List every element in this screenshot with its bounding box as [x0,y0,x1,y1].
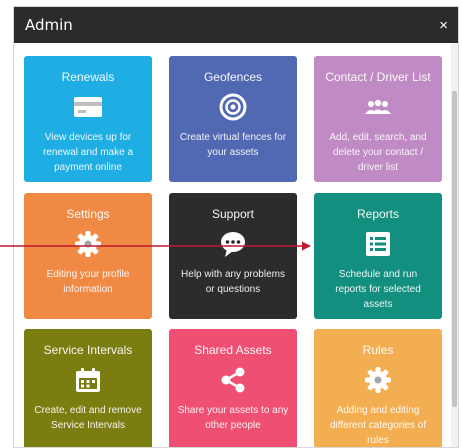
tile-description: Editing your profile information [46,269,130,295]
dialog-titlebar: Admin × [14,7,458,43]
tile-title: Reports [356,207,400,221]
tile-geofences[interactable]: Geofences Create virtual fences for your … [169,56,297,182]
tile-title: Shared Assets [194,343,272,357]
admin-dialog: Admin × Renewals View devices up for rene… [13,6,459,448]
tile-title: Support [211,207,255,221]
tile-title: Service Intervals [43,343,133,357]
tile-description: Create virtual fences for your assets [179,132,287,158]
people-icon [314,90,442,124]
gear-icon [24,227,152,261]
tile-renewals[interactable]: Renewals View devices up for renewal and … [24,56,152,182]
tile-description: Create, edit and remove Service Interval… [34,405,142,431]
tile-title: Geofences [203,70,263,84]
dialog-title: Admin [25,16,73,34]
tile-title: Renewals [61,70,115,84]
tile-title: Rules [362,343,394,357]
tile-description: View devices up for renewal and make a p… [42,132,134,173]
tile-description: Adding and editing different categories … [330,405,426,446]
tile-reports[interactable]: Reports Schedule and run reports for sele… [314,193,442,319]
card-icon [24,90,152,124]
list-icon [314,227,442,261]
tile-description: Help with any problems or questions [181,269,285,295]
calendar-icon [24,363,152,397]
chat-icon [169,227,297,261]
tile-rules[interactable]: Rules Adding and editing different catego… [314,329,442,447]
tile-contact-driver-list[interactable]: Contact / Driver List Add, edit, search, … [314,56,442,182]
close-icon[interactable]: × [439,18,448,33]
tile-shared-assets[interactable]: Shared Assets Share your assets to any ot… [169,329,297,447]
tile-title: Contact / Driver List [325,70,431,84]
scrollbar[interactable] [451,43,458,447]
tile-settings[interactable]: Settings Editing your profile information [24,193,152,319]
tile-service-intervals[interactable]: Service Intervals Create, edit and remove… [24,329,152,447]
scrollbar-thumb[interactable] [452,91,457,407]
tile-description: Schedule and run reports for selected as… [335,269,421,310]
tile-description: Add, edit, search, and delete your conta… [329,132,427,173]
dialog-body: Renewals View devices up for renewal and … [14,43,458,447]
share-icon [169,363,297,397]
tile-title: Settings [66,207,110,221]
gear-icon [314,363,442,397]
geofence-icon [169,90,297,124]
tile-description: Share your assets to any other people [177,405,289,431]
tile-support[interactable]: Support Help with any problems or questio… [169,193,297,319]
